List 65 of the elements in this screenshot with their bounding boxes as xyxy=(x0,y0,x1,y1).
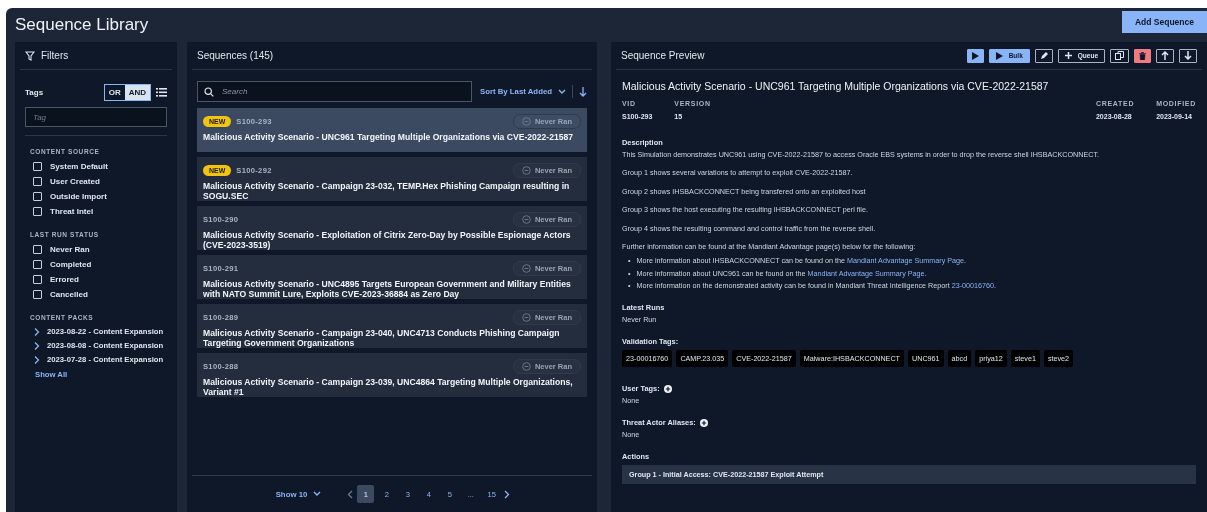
list-icon[interactable] xyxy=(156,88,167,97)
funnel-icon xyxy=(25,50,35,61)
trash-icon xyxy=(1139,51,1146,60)
checkbox-label: Outside Import xyxy=(50,192,107,201)
sequence-title: Malicious Activity Scenario - Campaign 23-040, UNC4713 Conducts Phishing Campaign Targeting Government Organizations xyxy=(203,329,561,349)
add-sequence-button[interactable]: Add Sequence xyxy=(1121,11,1207,33)
panel-title: Sequences (145) xyxy=(197,50,274,61)
sequence-title: Malicious Activity Scenario - Campaign 23-039, UNC4864 Targeting Multiple Organizations, Variant #1 xyxy=(203,378,574,398)
chevron-right-icon[interactable] xyxy=(34,341,40,350)
checkbox[interactable] xyxy=(33,290,42,299)
play-icon xyxy=(995,51,1003,60)
arrow-down-icon xyxy=(1184,51,1192,60)
checkbox-label: User Created xyxy=(50,177,100,186)
checkbox-label: Cancelled xyxy=(50,290,88,299)
chevron-right-icon[interactable] xyxy=(34,355,40,364)
tag-input[interactable]: Tag xyxy=(25,107,167,127)
panel-title: Sequence Preview xyxy=(621,50,705,61)
minus-circle-icon xyxy=(521,214,531,224)
sequence-title: Malicious Activity Scenario - UNC4895 Targets European Government and Military Entities with NATO Summit Lure, Exploits CVE-2023-36884 as Zero Day xyxy=(203,280,572,300)
checkbox[interactable] xyxy=(33,177,42,186)
checkbox-label: Never Ran xyxy=(50,245,90,254)
sequence-name: Malicious Activity Scenario - UNC961 Targeting Multiple Organizations via CVE-2022-21587 xyxy=(622,80,1050,92)
checkbox[interactable] xyxy=(33,162,42,171)
chevron-down-icon xyxy=(558,88,566,95)
tag-mode-option[interactable]: AND xyxy=(124,85,150,100)
copy-button[interactable] xyxy=(1110,48,1129,63)
plus-icon xyxy=(1064,52,1072,59)
sequence-title: Malicious Activity Scenario - Exploitation of Citrix Zero-Day by Possible Espionage Actors (CVE-2023-3519) xyxy=(203,231,572,251)
delete-button[interactable] xyxy=(1134,48,1151,63)
copy-icon xyxy=(1115,51,1124,60)
chevron-down-icon xyxy=(313,491,322,497)
sequence-title: Malicious Activity Scenario - Campaign 23-032, TEMP.Hex Phishing Campaign resulting in SOGU.SEC xyxy=(203,182,571,202)
checkbox[interactable] xyxy=(33,207,42,216)
minus-circle-icon xyxy=(521,361,531,371)
run-button[interactable] xyxy=(966,48,984,63)
search-icon xyxy=(204,87,214,97)
checkbox[interactable] xyxy=(33,245,42,254)
checkbox-label: Completed xyxy=(50,260,92,269)
minus-circle-icon xyxy=(521,263,531,273)
arrow-up-icon xyxy=(1161,51,1169,60)
sequence-title: Malicious Activity Scenario - UNC961 Targeting Multiple Organizations via CVE-2022-21587 xyxy=(203,133,575,143)
chevron-right-icon[interactable] xyxy=(504,489,511,499)
play-icon xyxy=(971,51,979,60)
pencil-icon xyxy=(1039,51,1048,60)
minus-circle-icon xyxy=(521,116,531,126)
checkbox-label: Threat Intel xyxy=(50,207,94,216)
chevron-left-icon[interactable] xyxy=(347,489,354,499)
checkbox-label: Errored xyxy=(50,275,79,284)
checkbox[interactable] xyxy=(33,275,42,284)
arrow-down-icon[interactable] xyxy=(579,86,587,97)
add-circle-icon[interactable] xyxy=(663,384,672,393)
minus-circle-icon xyxy=(521,165,531,175)
panel-title: Filters xyxy=(41,50,69,61)
move-up-button[interactable] xyxy=(1156,48,1174,63)
tags-label: Tags xyxy=(25,88,45,97)
page-title: Sequence Library xyxy=(15,15,149,35)
edit-button[interactable] xyxy=(1034,48,1053,63)
minus-circle-icon xyxy=(521,312,531,322)
chevron-right-icon[interactable] xyxy=(34,327,40,336)
checkbox[interactable] xyxy=(33,260,42,269)
move-down-button[interactable] xyxy=(1179,48,1197,63)
checkbox-label: System Default xyxy=(50,162,108,171)
search-field[interactable]: Search xyxy=(197,81,472,102)
add-circle-icon[interactable] xyxy=(699,418,708,427)
checkbox[interactable] xyxy=(33,192,42,201)
